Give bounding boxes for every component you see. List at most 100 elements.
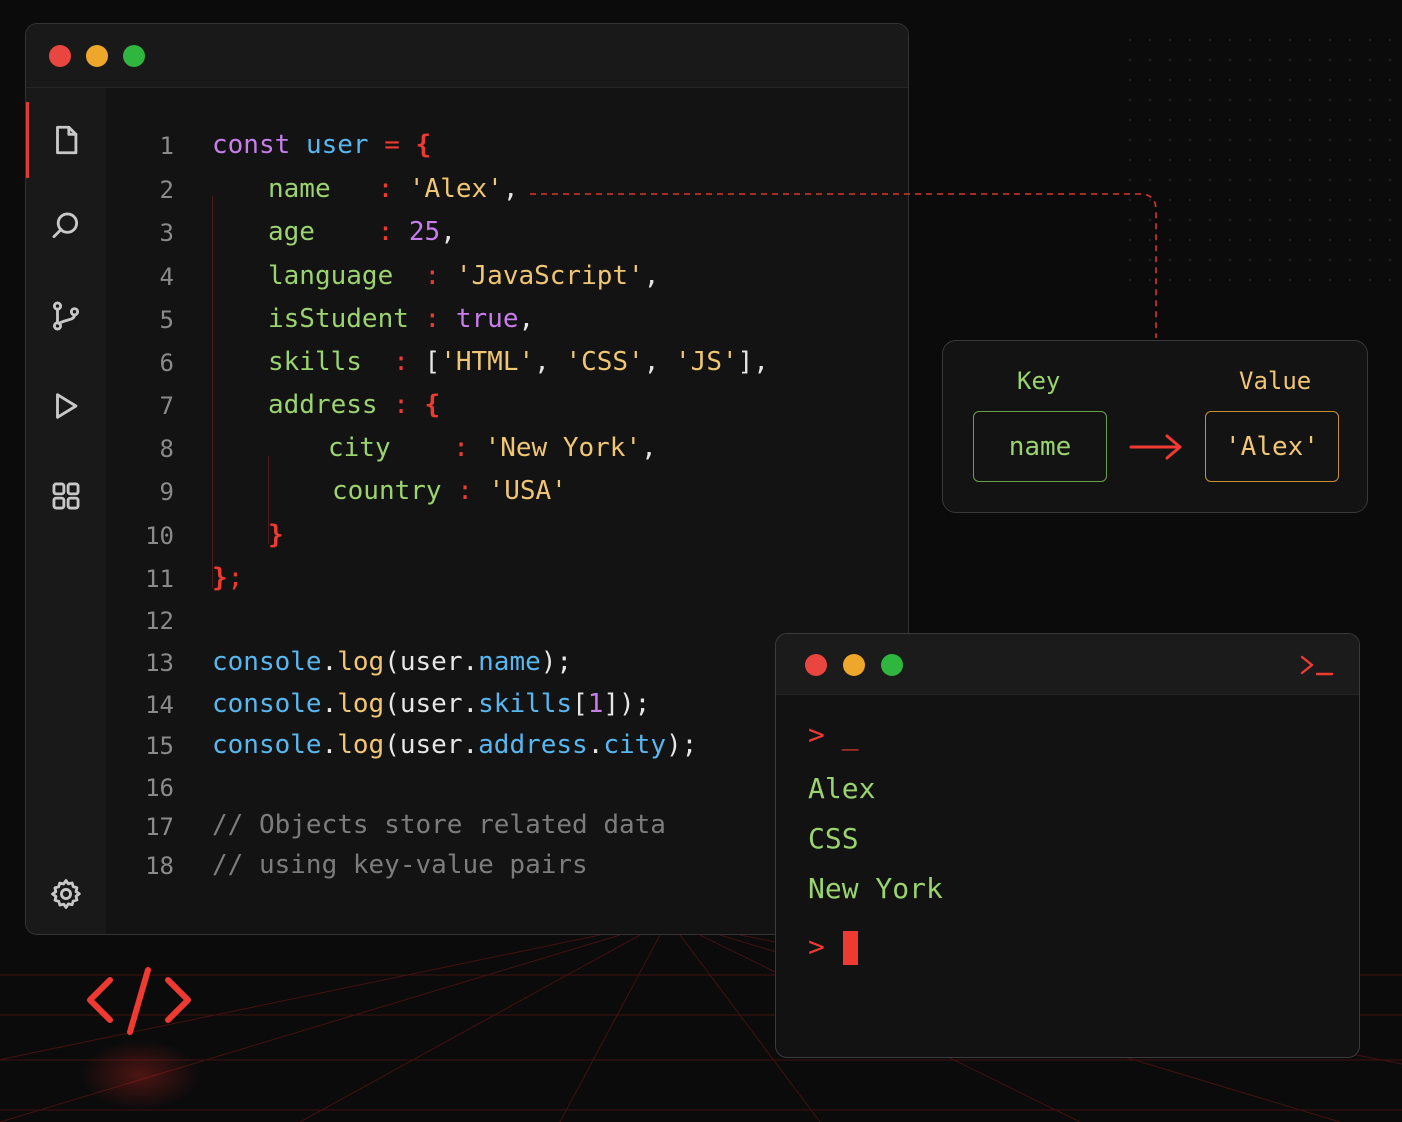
argument-token: user bbox=[399, 647, 463, 677]
paren-token: ); bbox=[540, 647, 573, 677]
bracket-token: [ bbox=[572, 689, 588, 719]
terminal-output-line: New York bbox=[808, 872, 943, 905]
object-token: console bbox=[212, 647, 322, 677]
search-icon bbox=[52, 212, 79, 239]
comma-token: , bbox=[518, 304, 535, 334]
colon-token: : bbox=[424, 304, 441, 334]
function-token: log bbox=[337, 730, 385, 760]
semicolon-token: ; bbox=[227, 563, 244, 593]
activity-bar bbox=[26, 88, 106, 934]
paren-token: ); bbox=[666, 730, 698, 760]
code-line-9: country : 'USA' bbox=[332, 476, 567, 506]
argument-token: user bbox=[399, 730, 463, 760]
code-comment-1: // Objects store related data bbox=[212, 810, 666, 840]
minimize-window-button[interactable] bbox=[86, 45, 108, 67]
object-token: console bbox=[212, 730, 322, 760]
line-number: 16 bbox=[145, 774, 174, 802]
brace-token: } bbox=[212, 563, 228, 593]
code-line-11: }; bbox=[212, 563, 243, 593]
source-control-button[interactable] bbox=[26, 278, 106, 354]
code-line-2: name : 'Alex', bbox=[268, 174, 518, 204]
colon-token: : bbox=[424, 261, 441, 291]
key-value-panel: Key Value name 'Alex' bbox=[942, 340, 1368, 513]
logo-glow bbox=[80, 1040, 200, 1110]
paren-token: ); bbox=[619, 689, 651, 719]
line-number: 7 bbox=[159, 392, 174, 420]
search-button[interactable] bbox=[26, 188, 106, 264]
paren-token: ( bbox=[384, 730, 400, 760]
colon-token: : bbox=[393, 390, 409, 420]
key-token: language bbox=[268, 261, 394, 291]
code-line-15: console.log(user.address.city); bbox=[212, 730, 697, 760]
comma-token: , bbox=[643, 261, 660, 291]
line-number: 12 bbox=[145, 607, 174, 635]
extensions-icon bbox=[52, 482, 80, 510]
extensions-button[interactable] bbox=[26, 458, 106, 534]
terminal-prompt-line: > _ bbox=[808, 718, 859, 752]
dot-token: . bbox=[462, 647, 479, 677]
line-number: 10 bbox=[145, 522, 174, 550]
string-token: 'New York' bbox=[484, 433, 642, 463]
code-line-13: console.log(user.name); bbox=[212, 647, 572, 677]
bracket-token: ], bbox=[737, 347, 769, 377]
variable-token: user bbox=[305, 130, 369, 160]
bracket-token: ] bbox=[603, 689, 620, 719]
code-line-3: age : 25, bbox=[268, 217, 456, 247]
function-token: log bbox=[337, 689, 385, 719]
operator-token: = bbox=[384, 130, 400, 160]
key-token: country bbox=[332, 476, 442, 506]
minimize-window-button[interactable] bbox=[843, 654, 865, 676]
editor-titlebar bbox=[26, 24, 908, 88]
settings-gear-icon bbox=[51, 879, 81, 909]
terminal-input-line[interactable]: > bbox=[808, 930, 858, 965]
maximize-window-button[interactable] bbox=[123, 45, 145, 67]
key-token: name bbox=[268, 174, 331, 204]
explorer-button[interactable] bbox=[26, 102, 106, 178]
dot-token: . bbox=[462, 730, 479, 760]
cursor-underscore: _ bbox=[841, 718, 859, 751]
bracket-token: [ bbox=[424, 347, 441, 377]
key-token: age bbox=[268, 217, 315, 247]
file-icon bbox=[56, 125, 78, 155]
line-number: 9 bbox=[159, 478, 174, 506]
git-branch-icon bbox=[52, 301, 80, 331]
property-token: address bbox=[478, 730, 588, 760]
line-number: 1 bbox=[159, 132, 174, 160]
object-token: console bbox=[212, 689, 322, 719]
string-token: 'CSS' bbox=[565, 347, 644, 377]
string-token: 'JavaScript' bbox=[455, 261, 644, 291]
close-window-button[interactable] bbox=[805, 654, 827, 676]
string-token: 'USA' bbox=[488, 476, 567, 506]
dot-token: . bbox=[587, 730, 604, 760]
value-box: 'Alex' bbox=[1205, 411, 1339, 482]
terminal-icon bbox=[1300, 655, 1334, 676]
maximize-window-button[interactable] bbox=[881, 654, 903, 676]
prompt-symbol: > bbox=[808, 718, 825, 751]
boolean-token: true bbox=[455, 304, 519, 334]
key-token: skills bbox=[268, 347, 362, 377]
run-icon bbox=[56, 393, 78, 419]
colon-token: : bbox=[377, 174, 394, 204]
line-number: 15 bbox=[145, 732, 174, 760]
terminal-output-line: CSS bbox=[808, 822, 859, 855]
code-line-8: city : 'New York', bbox=[328, 433, 657, 463]
string-token: 'Alex' bbox=[408, 174, 503, 204]
terminal-output-line: Alex bbox=[808, 772, 876, 805]
property-token: skills bbox=[478, 689, 573, 719]
line-number: 8 bbox=[159, 435, 174, 463]
settings-button[interactable] bbox=[26, 856, 106, 932]
close-window-button[interactable] bbox=[49, 45, 71, 67]
brace-token: } bbox=[268, 520, 284, 550]
indent-guide bbox=[212, 196, 213, 588]
string-token: 'JS' bbox=[675, 347, 738, 377]
line-number: 2 bbox=[159, 176, 174, 204]
value-header: Value bbox=[1239, 367, 1312, 395]
prompt-symbol: > bbox=[808, 930, 825, 963]
argument-token: user bbox=[399, 689, 463, 719]
line-number: 3 bbox=[159, 219, 174, 247]
code-line-1: const user = { bbox=[212, 130, 431, 160]
run-button[interactable] bbox=[26, 368, 106, 444]
brace-token: { bbox=[415, 130, 432, 160]
string-token: 'HTML' bbox=[440, 347, 535, 377]
code-line-4: language : 'JavaScript', bbox=[268, 261, 659, 291]
